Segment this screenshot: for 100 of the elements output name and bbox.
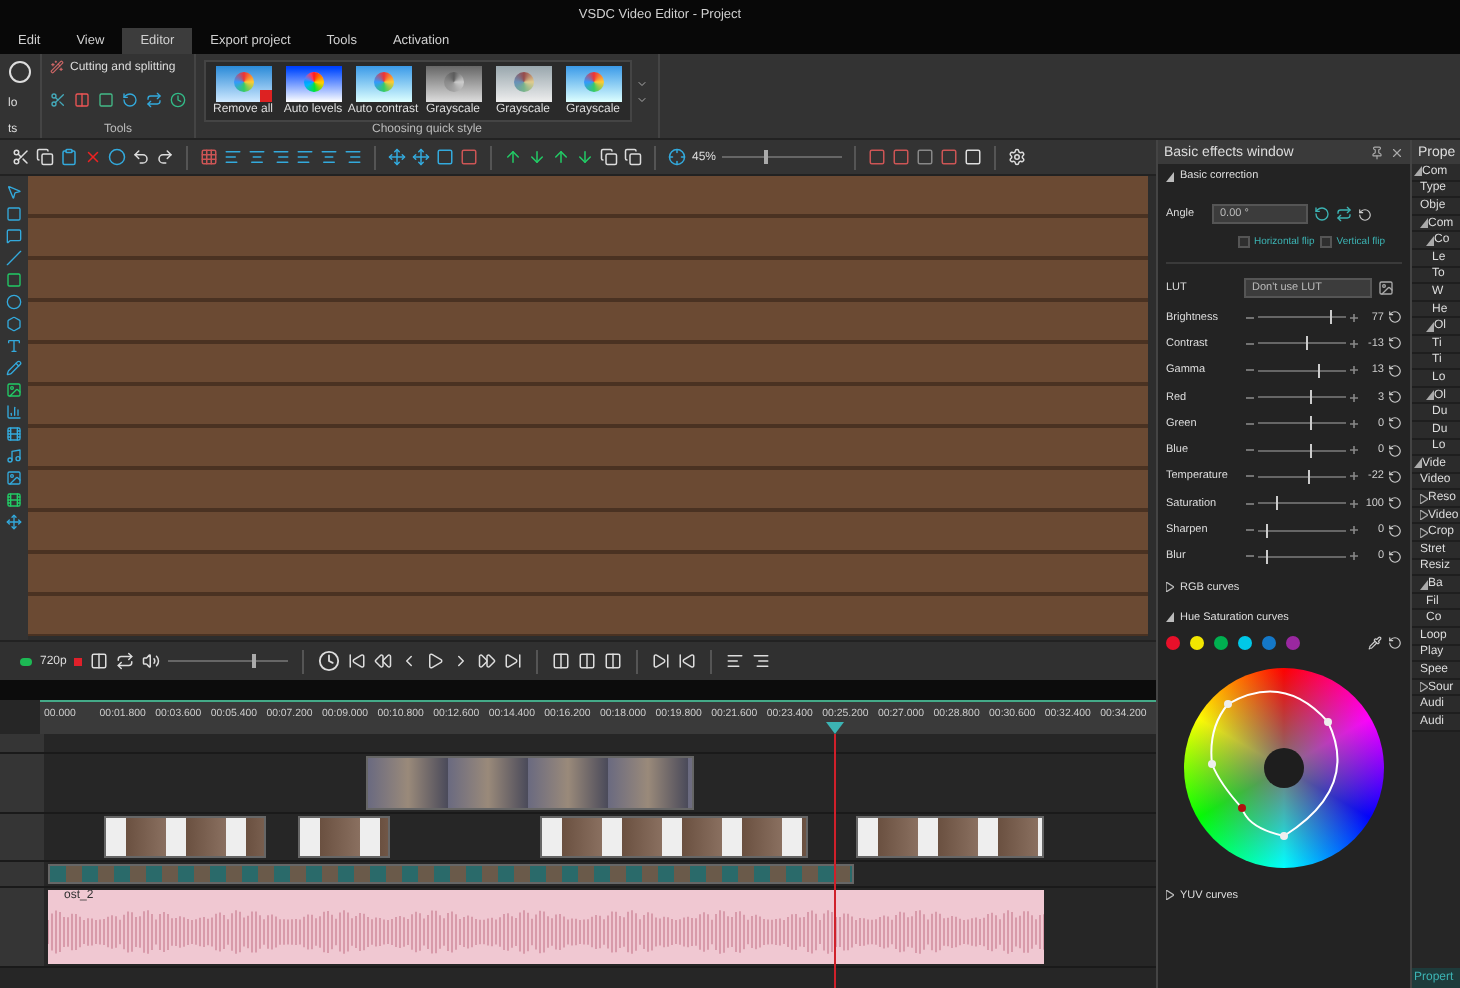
color-dot[interactable] (1190, 635, 1204, 650)
arrow-up-icon[interactable] (552, 148, 570, 166)
collapsed-triangle-icon[interactable] (1420, 682, 1428, 693)
reset-icon[interactable] (1388, 443, 1402, 458)
align-left-icon[interactable] (224, 148, 242, 166)
chart-icon[interactable] (6, 404, 22, 420)
color-dot[interactable] (1286, 635, 1300, 650)
video-clip[interactable] (856, 816, 1044, 858)
plus-icon[interactable] (1350, 472, 1358, 481)
loop-icon[interactable] (116, 652, 135, 670)
volume-icon[interactable] (142, 652, 161, 670)
arrow-down-icon[interactable] (528, 148, 546, 166)
align-icon[interactable] (726, 652, 745, 670)
reset-icon[interactable] (1388, 363, 1402, 378)
color-dot[interactable] (1166, 635, 1180, 650)
clipboard-icon[interactable] (60, 148, 78, 166)
fast-forward-icon[interactable] (478, 652, 497, 670)
plus-icon[interactable] (1350, 393, 1358, 402)
reset-icon[interactable] (1388, 496, 1402, 511)
video-clip[interactable] (366, 756, 694, 810)
plus-icon[interactable] (1350, 446, 1358, 455)
reset-icon[interactable] (1388, 635, 1402, 650)
reset-icon[interactable] (1388, 390, 1402, 405)
balloon-thumbnail[interactable] (285, 66, 341, 102)
speech-bubble-icon[interactable] (6, 228, 22, 244)
reset-icon[interactable] (1388, 469, 1402, 484)
color-dot[interactable] (1214, 635, 1228, 650)
reset-icon[interactable] (1388, 549, 1402, 564)
reset-icon[interactable] (1388, 416, 1402, 431)
reset-icon[interactable] (1388, 523, 1402, 538)
move-icon[interactable] (6, 514, 22, 530)
balloon-thumbnail[interactable] (495, 66, 551, 102)
slider-thumb[interactable] (252, 654, 257, 668)
expanded-triangle-icon[interactable] (1414, 166, 1422, 177)
skip-back-icon[interactable] (348, 652, 367, 670)
redo-icon[interactable] (156, 148, 174, 166)
ellipse-icon[interactable] (6, 294, 22, 310)
scissors-icon[interactable] (50, 91, 66, 107)
collapsed-triangle-icon[interactable] (1166, 582, 1174, 593)
track-header[interactable] (0, 734, 44, 752)
expanded-triangle-icon[interactable] (1414, 458, 1422, 469)
expanded-triangle-icon[interactable] (1426, 235, 1434, 246)
rectangle-icon[interactable] (6, 272, 22, 288)
music-icon[interactable] (6, 448, 22, 464)
checkbox[interactable] (1320, 236, 1333, 248)
image-icon[interactable] (6, 382, 22, 398)
polygon-icon[interactable] (6, 316, 22, 332)
crosshair-icon[interactable] (668, 148, 686, 166)
film-strip-clip[interactable] (48, 864, 854, 884)
rewind-icon[interactable] (374, 652, 393, 670)
plus-icon[interactable] (1350, 339, 1358, 348)
plus-icon[interactable] (1350, 419, 1358, 428)
collapsed-triangle-icon[interactable] (1420, 493, 1428, 504)
line-icon[interactable] (6, 250, 22, 266)
layers-icon[interactable] (600, 148, 618, 166)
balloon-thumbnail[interactable] (215, 66, 271, 102)
scissors-icon[interactable] (12, 148, 30, 166)
pencil-icon[interactable] (6, 360, 22, 376)
slider-thumb[interactable] (764, 150, 769, 164)
undo-icon[interactable] (132, 148, 150, 166)
image-icon[interactable] (6, 470, 22, 486)
expanded-triangle-icon[interactable] (1420, 218, 1428, 229)
plus-icon[interactable] (1350, 526, 1358, 535)
collapsed-triangle-icon[interactable] (1166, 890, 1174, 901)
square-icon[interactable] (436, 148, 454, 166)
play-icon[interactable] (426, 652, 445, 670)
expanded-triangle-icon[interactable] (1426, 390, 1434, 401)
clock-icon[interactable] (170, 91, 186, 107)
plus-icon[interactable] (1350, 552, 1358, 561)
record-icon[interactable] (74, 657, 83, 665)
color-dot[interactable] (1262, 635, 1276, 650)
expanded-triangle-icon[interactable] (1166, 171, 1174, 181)
columns-icon[interactable] (552, 652, 571, 670)
grid-icon[interactable] (200, 148, 218, 166)
align-center-icon[interactable] (248, 148, 266, 166)
reset-icon[interactable] (1388, 310, 1402, 325)
checkbox[interactable] (1238, 236, 1250, 248)
color-wheel-drawing[interactable] (1184, 667, 1384, 868)
scroll-up-icon[interactable] (636, 77, 648, 89)
pin-icon[interactable] (1370, 145, 1384, 159)
arrow-down-icon[interactable] (576, 148, 594, 166)
collapsed-triangle-icon[interactable] (1420, 527, 1428, 538)
expanded-triangle-icon[interactable] (1420, 579, 1428, 590)
video-clip[interactable] (540, 816, 808, 858)
expanded-triangle-icon[interactable] (1166, 612, 1174, 623)
move-icon[interactable] (412, 148, 430, 166)
close-icon[interactable] (1390, 145, 1404, 159)
skip-forward-icon[interactable] (504, 652, 523, 670)
text-icon[interactable] (6, 338, 22, 354)
rotate-left-icon[interactable] (1314, 206, 1330, 222)
move-icon[interactable] (388, 148, 406, 166)
eyedropper-icon[interactable] (1368, 635, 1382, 650)
film-icon[interactable] (6, 426, 22, 442)
balloon-thumbnail[interactable] (565, 66, 621, 102)
pointer-icon[interactable] (6, 184, 22, 200)
plus-icon[interactable] (1350, 366, 1358, 375)
reset-icon[interactable] (1358, 207, 1372, 221)
copy-icon[interactable] (36, 148, 54, 166)
align-right-icon[interactable] (272, 148, 290, 166)
columns-icon[interactable] (578, 652, 597, 670)
